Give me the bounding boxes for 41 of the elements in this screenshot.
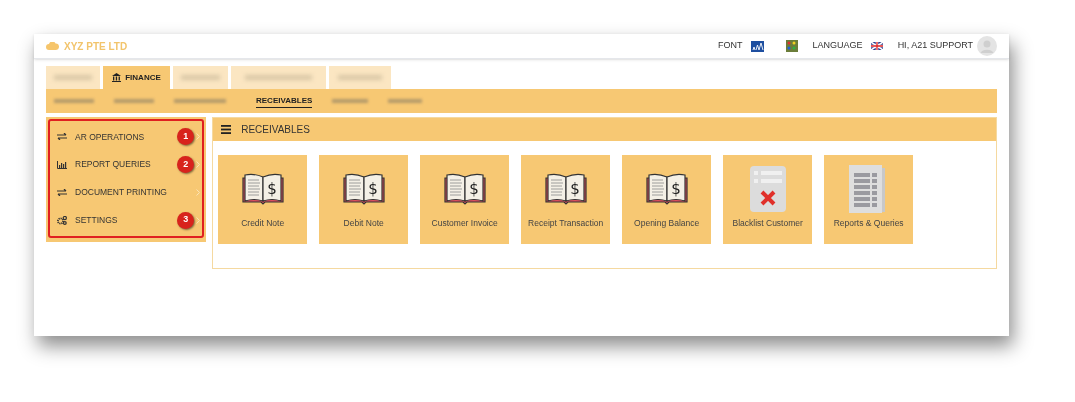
tab[interactable] bbox=[173, 66, 228, 89]
blocked-list-icon bbox=[749, 166, 786, 212]
module-tile[interactable]: $ Receipt Transaction bbox=[521, 155, 611, 244]
sidebar-item[interactable]: REPORT QUERIES 2 bbox=[50, 154, 203, 175]
font-size-icon[interactable] bbox=[750, 40, 764, 52]
sidebar-item[interactable]: DOCUMENT PRINTING bbox=[50, 182, 203, 203]
gears-icon bbox=[57, 215, 67, 225]
company-name: XYZ PTE LTD bbox=[64, 39, 128, 54]
avatar-icon[interactable] bbox=[977, 36, 997, 56]
callout-badge: 2 bbox=[177, 156, 195, 174]
chevron-icon bbox=[196, 161, 201, 169]
language-label: LANGUAGE bbox=[812, 39, 863, 53]
module-tile[interactable]: $ Opening Balance bbox=[622, 155, 712, 244]
transfer-icon bbox=[57, 188, 67, 196]
user-greeting: HI, A21 SUPPORT bbox=[897, 39, 973, 53]
subnav-link[interactable]: RECEIVABLES bbox=[256, 94, 313, 108]
font-label: FONT bbox=[718, 39, 743, 53]
chevron-icon bbox=[196, 216, 201, 224]
menu-icon[interactable] bbox=[221, 125, 232, 134]
sidebar-item[interactable]: SETTINGS 3 bbox=[50, 210, 203, 231]
module-tile[interactable]: Reports & Queries bbox=[824, 155, 914, 244]
bar-chart-icon bbox=[57, 160, 67, 169]
tab[interactable] bbox=[329, 66, 391, 89]
chevron-icon bbox=[196, 188, 201, 196]
chevron-icon bbox=[196, 133, 201, 141]
palette-icon[interactable] bbox=[785, 40, 798, 52]
callout-badge: 3 bbox=[177, 211, 195, 229]
sidebar-item[interactable]: AR OPERATIONS 1 bbox=[50, 126, 203, 147]
callout-badge: 1 bbox=[177, 128, 195, 146]
module-tile[interactable]: $ Credit Note bbox=[218, 155, 308, 244]
flag-icon[interactable] bbox=[870, 42, 883, 50]
tab[interactable]: FINANCE bbox=[103, 66, 170, 89]
panel-title: RECEIVABLES bbox=[241, 123, 310, 137]
tab[interactable] bbox=[231, 66, 326, 89]
bank-icon bbox=[112, 73, 122, 82]
module-tile[interactable]: $ Debit Note bbox=[319, 155, 409, 244]
transfer-icon bbox=[57, 133, 67, 141]
module-tile[interactable]: Blacklist Customer bbox=[723, 155, 813, 244]
tab[interactable] bbox=[46, 66, 100, 89]
module-tile[interactable]: $ Customer Invoice bbox=[420, 155, 510, 244]
cloud-icon bbox=[46, 42, 59, 50]
